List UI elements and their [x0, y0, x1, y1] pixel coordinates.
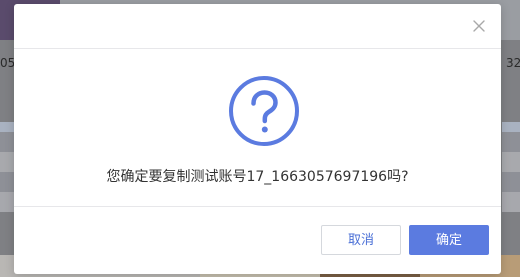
cancel-button[interactable]: 取消: [321, 225, 401, 255]
question-circle-icon: [228, 75, 300, 147]
background-text-right: 32: [506, 56, 520, 70]
confirm-button[interactable]: 确定: [409, 225, 489, 255]
dialog-body: 您确定要复制测试账号17_1663057697196吗?: [14, 49, 501, 206]
background-text-left: 05: [0, 56, 14, 70]
confirm-message: 您确定要复制测试账号17_1663057697196吗?: [106, 169, 409, 185]
background-rows-left: [0, 122, 14, 212]
dialog-header: [14, 4, 501, 48]
background-rows-right: [502, 122, 520, 212]
dialog-footer: 取消 确定: [14, 207, 501, 274]
confirm-dialog: 您确定要复制测试账号17_1663057697196吗? 取消 确定: [14, 4, 501, 274]
close-icon[interactable]: [469, 16, 489, 36]
